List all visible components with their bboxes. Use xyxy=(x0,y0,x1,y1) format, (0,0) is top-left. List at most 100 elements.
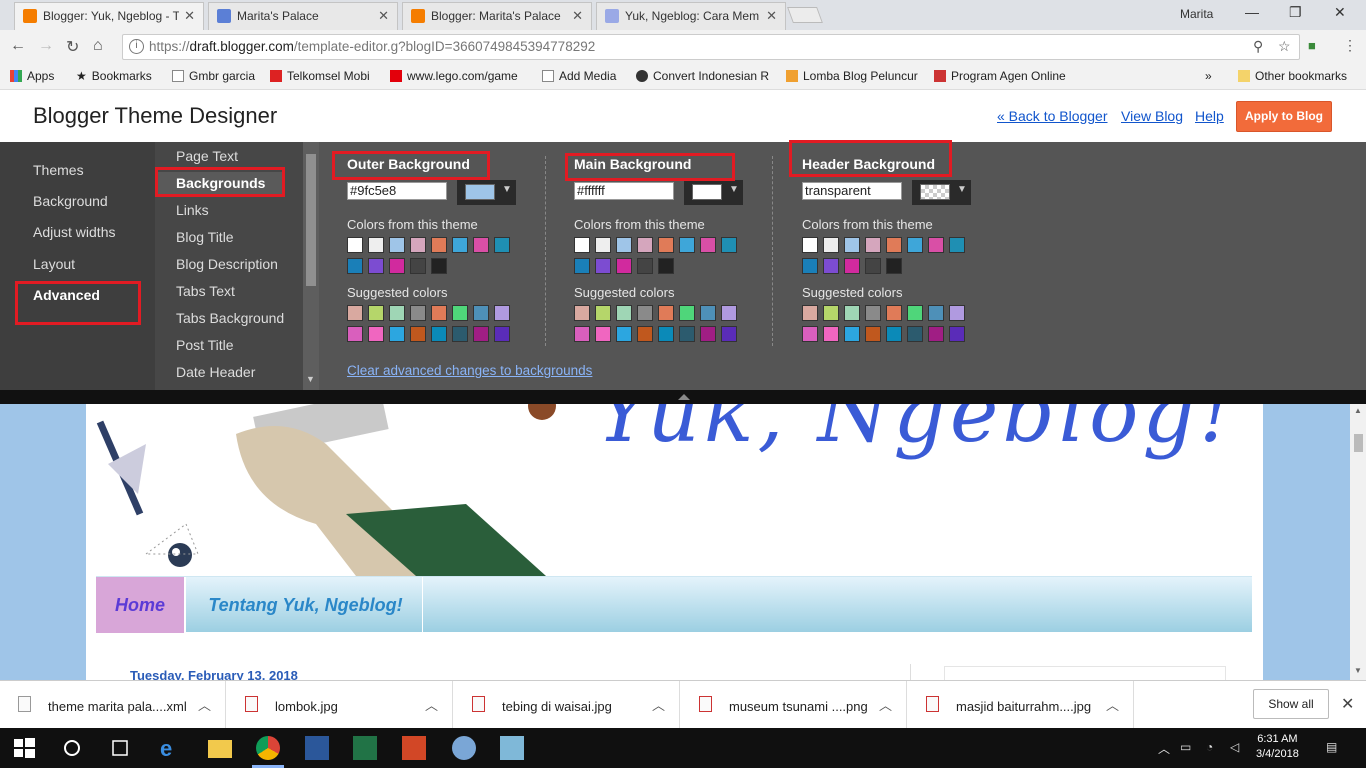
color-chip[interactable] xyxy=(494,237,510,253)
color-chip[interactable] xyxy=(410,258,426,274)
apply-to-blog-button[interactable]: Apply to Blog xyxy=(1236,101,1332,132)
color-chip[interactable] xyxy=(844,305,860,321)
color-chip[interactable] xyxy=(823,258,839,274)
color-chip[interactable] xyxy=(347,237,363,253)
color-chip[interactable] xyxy=(368,258,384,274)
color-chip[interactable] xyxy=(658,258,674,274)
color-chip[interactable] xyxy=(886,326,902,342)
info-icon[interactable]: i xyxy=(129,39,144,54)
system-clock[interactable]: 6:31 AM 3/4/2018 xyxy=(1256,732,1299,762)
reload-icon[interactable]: ↻ xyxy=(66,37,79,57)
new-tab-button[interactable] xyxy=(787,7,823,23)
profile-name[interactable]: Marita xyxy=(1180,7,1213,21)
color-chip[interactable] xyxy=(616,258,632,274)
windows-start-icon[interactable] xyxy=(12,736,36,760)
color-chip[interactable] xyxy=(473,326,489,342)
color-chip[interactable] xyxy=(431,258,447,274)
color-chip[interactable] xyxy=(452,237,468,253)
bookmark-lego[interactable]: www.lego.com/game xyxy=(390,69,528,83)
color-chip[interactable] xyxy=(679,326,695,342)
color-chip[interactable] xyxy=(721,326,737,342)
powerpoint-icon[interactable] xyxy=(402,736,426,760)
bookmark-add-media[interactable]: Add Media xyxy=(542,69,626,83)
color-chip[interactable] xyxy=(679,237,695,253)
outer-background-input[interactable]: #9fc5e8 xyxy=(347,182,447,200)
bookmark-lomba-blog[interactable]: Lomba Blog Peluncur xyxy=(786,69,922,83)
minimize-icon[interactable]: — xyxy=(1245,4,1259,20)
subnav-date-header[interactable]: Date Header xyxy=(176,364,255,380)
color-chip[interactable] xyxy=(844,237,860,253)
color-chip[interactable] xyxy=(616,305,632,321)
chrome-icon[interactable] xyxy=(256,736,280,760)
color-chip[interactable] xyxy=(928,237,944,253)
download-item[interactable]: lombok.jpg ︿ xyxy=(227,681,453,729)
nav-themes[interactable]: Themes xyxy=(33,162,84,178)
close-icon[interactable]: ✕ xyxy=(766,8,777,24)
color-chip[interactable] xyxy=(431,305,447,321)
more-bookmarks-icon[interactable]: » xyxy=(1205,69,1212,83)
color-chip[interactable] xyxy=(410,305,426,321)
back-to-blogger-link[interactable]: « Back to Blogger xyxy=(997,108,1108,124)
color-chip[interactable] xyxy=(844,326,860,342)
color-chip[interactable] xyxy=(886,305,902,321)
volume-icon[interactable]: ◁ xyxy=(1230,740,1239,754)
color-chip[interactable] xyxy=(431,326,447,342)
scroll-up-icon[interactable]: ▲ xyxy=(1354,406,1362,415)
color-chip[interactable] xyxy=(368,326,384,342)
color-chip[interactable] xyxy=(802,258,818,274)
show-all-button[interactable]: Show all xyxy=(1253,689,1329,719)
download-item[interactable]: museum tsunami ....png ︿ xyxy=(681,681,907,729)
task-view-icon[interactable] xyxy=(108,736,132,760)
color-chip[interactable] xyxy=(865,258,881,274)
color-chip[interactable] xyxy=(368,305,384,321)
color-chip[interactable] xyxy=(823,326,839,342)
chevron-up-icon[interactable]: ︿ xyxy=(425,695,438,714)
color-chip[interactable] xyxy=(595,258,611,274)
color-chip[interactable] xyxy=(410,237,426,253)
color-chip[interactable] xyxy=(949,326,965,342)
excel-icon[interactable] xyxy=(353,736,377,760)
color-chip[interactable] xyxy=(658,305,674,321)
outer-color-picker[interactable]: ▼ xyxy=(457,180,516,205)
browser-tab-3[interactable]: Blogger: Marita's Palace ✕ xyxy=(402,2,592,30)
color-chip[interactable] xyxy=(886,258,902,274)
color-chip[interactable] xyxy=(616,237,632,253)
subnav-page-text[interactable]: Page Text xyxy=(176,148,238,164)
color-chip[interactable] xyxy=(928,326,944,342)
tab-home[interactable]: Home xyxy=(96,577,186,633)
color-chip[interactable] xyxy=(658,326,674,342)
color-chip[interactable] xyxy=(595,237,611,253)
scroll-down-icon[interactable]: ▼ xyxy=(306,374,315,384)
color-chip[interactable] xyxy=(637,258,653,274)
browser-tab-2[interactable]: Marita's Palace ✕ xyxy=(208,2,398,30)
subnav-tabs-text[interactable]: Tabs Text xyxy=(176,283,235,299)
chevron-up-icon[interactable]: ︿ xyxy=(879,695,892,714)
view-blog-link[interactable]: View Blog xyxy=(1121,108,1183,124)
browser-tab-1[interactable]: Blogger: Yuk, Ngeblog - T ✕ xyxy=(14,2,204,30)
color-chip[interactable] xyxy=(700,326,716,342)
close-downloads-icon[interactable]: ✕ xyxy=(1341,694,1354,714)
bookmark-apps[interactable]: Apps xyxy=(10,69,54,83)
close-icon[interactable]: ✕ xyxy=(184,8,195,24)
file-explorer-icon[interactable] xyxy=(208,740,232,758)
color-chip[interactable] xyxy=(431,237,447,253)
color-chip[interactable] xyxy=(389,258,405,274)
color-chip[interactable] xyxy=(473,305,489,321)
color-chip[interactable] xyxy=(452,326,468,342)
help-link[interactable]: Help xyxy=(1195,108,1224,124)
chevron-up-icon[interactable]: ︿ xyxy=(1106,695,1119,714)
subnav-post-title[interactable]: Post Title xyxy=(176,337,234,353)
maximize-icon[interactable]: ❐ xyxy=(1289,4,1302,21)
color-chip[interactable] xyxy=(595,326,611,342)
color-chip[interactable] xyxy=(928,305,944,321)
color-chip[interactable] xyxy=(802,326,818,342)
color-chip[interactable] xyxy=(574,326,590,342)
header-background-input[interactable]: transparent xyxy=(802,182,902,200)
bookmark-telkomsel[interactable]: Telkomsel Mobi xyxy=(270,69,380,83)
color-chip[interactable] xyxy=(389,237,405,253)
main-color-picker[interactable]: ▼ xyxy=(684,180,743,205)
subnav-tabs-background[interactable]: Tabs Background xyxy=(176,310,284,326)
close-window-icon[interactable]: ✕ xyxy=(1334,4,1346,21)
browser-tab-4[interactable]: Yuk, Ngeblog: Cara Mem ✕ xyxy=(596,2,786,30)
zoom-icon[interactable]: ⚲ xyxy=(1253,38,1263,55)
